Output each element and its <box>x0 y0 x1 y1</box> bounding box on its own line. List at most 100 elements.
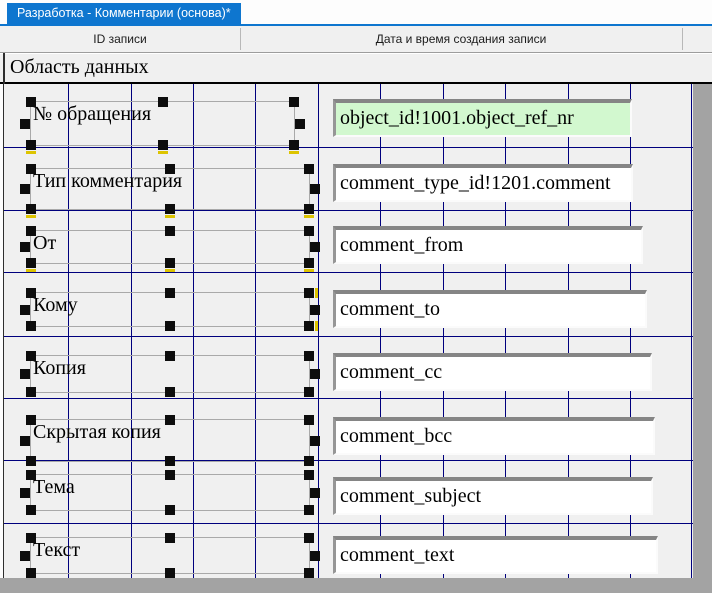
field-value-text: comment_to <box>336 294 645 324</box>
form-field-input[interactable]: comment_subject <box>333 477 653 515</box>
selection-handle[interactable] <box>165 351 175 361</box>
grid-line-horizontal <box>4 336 693 337</box>
selection-handle[interactable] <box>304 321 314 331</box>
anchor-mark <box>304 215 314 218</box>
selection-handle[interactable] <box>26 258 36 268</box>
field-value-text: comment_text <box>336 540 656 570</box>
selection-handle[interactable] <box>26 288 36 298</box>
tab-development-comments[interactable]: Разработка - Комментарии (основа)* <box>7 3 241 24</box>
tab-title: Разработка - Комментарии (основа)* <box>17 6 231 20</box>
selection-handle[interactable] <box>165 204 175 214</box>
form-field-label[interactable]: Текст <box>30 537 310 574</box>
form-field-input[interactable]: comment_text <box>333 536 658 574</box>
selection-handle[interactable] <box>289 140 299 150</box>
selection-handle[interactable] <box>165 415 175 425</box>
selection-handle[interactable] <box>26 505 36 515</box>
record-column-header: ID записи Дата и время создания записи <box>0 26 712 52</box>
selection-handle[interactable] <box>310 436 320 446</box>
selection-handle[interactable] <box>310 184 320 194</box>
selection-handle[interactable] <box>165 505 175 515</box>
selection-handle[interactable] <box>26 470 36 480</box>
selection-handle[interactable] <box>26 97 36 107</box>
selection-handle[interactable] <box>304 204 314 214</box>
selection-handle[interactable] <box>165 226 175 236</box>
anchor-mark <box>315 321 318 331</box>
selection-handle[interactable] <box>165 568 175 578</box>
selection-handle[interactable] <box>20 551 30 561</box>
selection-handle[interactable] <box>310 242 320 252</box>
selection-handle[interactable] <box>304 288 314 298</box>
selection-handle[interactable] <box>20 488 30 498</box>
selection-handle[interactable] <box>304 164 314 174</box>
selection-handle[interactable] <box>310 305 320 315</box>
selection-handle[interactable] <box>304 470 314 480</box>
selection-handle[interactable] <box>26 164 36 174</box>
selection-handle[interactable] <box>304 226 314 236</box>
selection-handle[interactable] <box>20 184 30 194</box>
form-field-input[interactable]: comment_bcc <box>333 417 655 455</box>
selection-handle[interactable] <box>26 351 36 361</box>
selection-handle[interactable] <box>304 415 314 425</box>
selection-handle[interactable] <box>20 242 30 252</box>
selection-handle[interactable] <box>20 436 30 446</box>
form-field-input[interactable]: object_id!1001.object_ref_nr <box>333 99 632 137</box>
selection-handle[interactable] <box>304 456 314 466</box>
selection-handle[interactable] <box>304 505 314 515</box>
selection-handle[interactable] <box>289 97 299 107</box>
selection-handle[interactable] <box>304 258 314 268</box>
form-field-input[interactable]: comment_from <box>333 226 643 264</box>
selection-handle[interactable] <box>26 415 36 425</box>
selection-handle[interactable] <box>310 369 320 379</box>
column-header-record-id: ID записи <box>0 26 240 52</box>
form-designer-window: Разработка - Комментарии (основа)* ID за… <box>0 0 712 593</box>
selection-handle[interactable] <box>304 351 314 361</box>
selection-handle[interactable] <box>304 533 314 543</box>
selection-handle[interactable] <box>26 387 36 397</box>
selection-handle[interactable] <box>26 456 36 466</box>
form-field-label[interactable]: Скрытая копия <box>30 419 310 462</box>
selection-handle[interactable] <box>165 470 175 480</box>
selection-handle[interactable] <box>165 387 175 397</box>
selection-handle[interactable] <box>310 551 320 561</box>
field-value-text: object_id!1001.object_ref_nr <box>336 103 630 133</box>
field-value-text: comment_bcc <box>336 421 653 451</box>
selection-handle[interactable] <box>26 533 36 543</box>
selection-handle[interactable] <box>20 305 30 315</box>
form-field-label[interactable]: Тип комментария <box>30 168 310 210</box>
selection-handle[interactable] <box>165 288 175 298</box>
form-field-label[interactable]: № обращения <box>30 101 295 146</box>
anchor-mark <box>26 269 36 272</box>
selection-handle[interactable] <box>26 321 36 331</box>
form-field-input[interactable]: comment_cc <box>333 353 652 391</box>
grid-line-horizontal <box>4 272 693 273</box>
grid-line-horizontal <box>4 210 693 211</box>
selection-handle[interactable] <box>26 568 36 578</box>
selection-handle[interactable] <box>20 369 30 379</box>
selection-handle[interactable] <box>165 533 175 543</box>
form-field-label[interactable]: От <box>30 230 310 264</box>
selection-handle[interactable] <box>165 164 175 174</box>
form-field-label[interactable]: Кому <box>30 292 310 327</box>
selection-handle[interactable] <box>158 140 168 150</box>
selection-handle[interactable] <box>304 387 314 397</box>
grid-line-vertical <box>691 84 692 578</box>
selection-handle[interactable] <box>158 97 168 107</box>
design-canvas[interactable]: № обращения object_id!1001.object_ref_nr… <box>4 84 693 578</box>
field-value-text: comment_cc <box>336 357 650 387</box>
selection-handle[interactable] <box>304 568 314 578</box>
selection-handle[interactable] <box>295 119 305 129</box>
form-field-label[interactable]: Тема <box>30 474 310 511</box>
selection-handle[interactable] <box>26 226 36 236</box>
selection-handle[interactable] <box>165 321 175 331</box>
selection-handle[interactable] <box>20 119 30 129</box>
selection-handle[interactable] <box>26 204 36 214</box>
selection-handle[interactable] <box>26 140 36 150</box>
column-header-record-datetime: Дата и время создания записи <box>240 26 682 52</box>
selection-handle[interactable] <box>165 258 175 268</box>
form-field-input[interactable]: comment_to <box>333 290 647 328</box>
form-field-label[interactable]: Копия <box>30 355 310 393</box>
selection-handle[interactable] <box>310 488 320 498</box>
grid-line-horizontal <box>4 147 693 148</box>
form-field-input[interactable]: comment_type_id!1201.comment <box>333 164 633 202</box>
selection-handle[interactable] <box>165 456 175 466</box>
